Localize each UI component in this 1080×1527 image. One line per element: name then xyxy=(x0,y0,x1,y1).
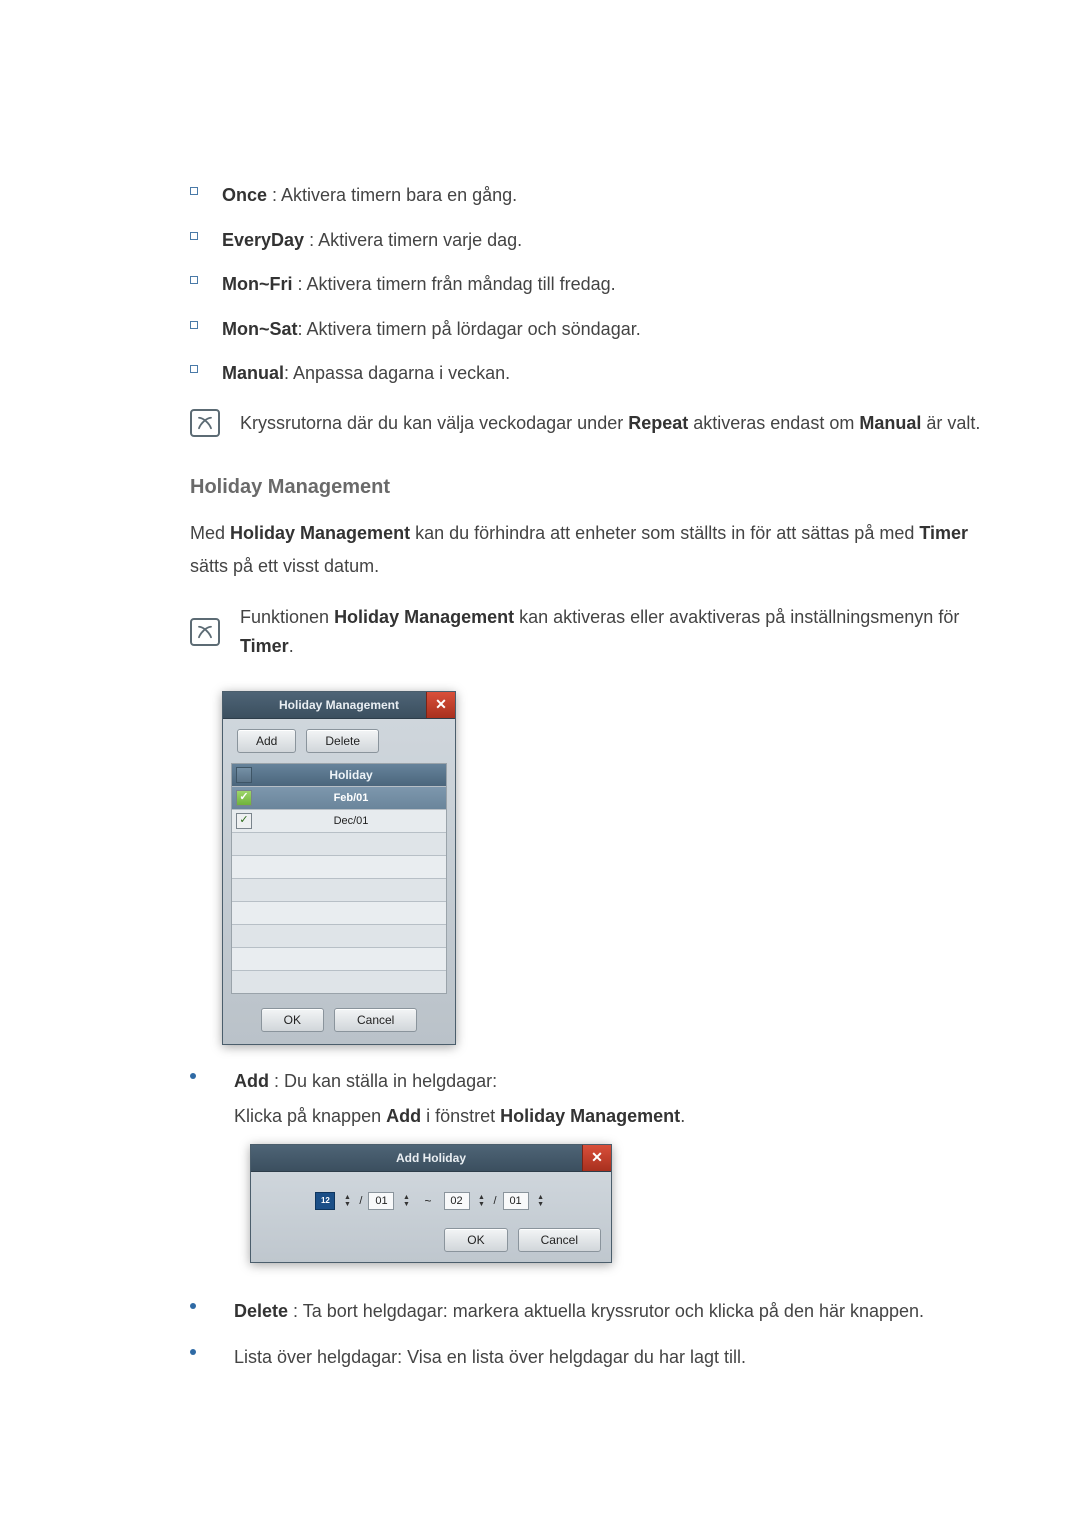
dialog-buttons: OK Cancel xyxy=(231,1008,447,1032)
from-month-field[interactable]: 01 xyxy=(368,1192,394,1210)
repeat-option: Mon~Fri : Aktivera timern från måndag ti… xyxy=(190,269,1010,300)
option-text: Manual: Anpassa dagarna i veckan. xyxy=(222,358,510,389)
bullet-text: Lista över helgdagar: Visa en lista över… xyxy=(234,1341,1010,1373)
repeat-option: EveryDay : Aktivera timern varje dag. xyxy=(190,225,1010,256)
square-bullet-icon xyxy=(190,276,198,284)
bullet-subtext: Klicka på knappen Add i fönstret Holiday… xyxy=(234,1099,1010,1133)
header-check-cell[interactable] xyxy=(232,767,256,783)
section-heading: Holiday Management xyxy=(190,476,1010,499)
dot-bullet-icon xyxy=(190,1349,196,1355)
holiday-cell: Feb/01 xyxy=(256,792,446,804)
dialog-titlebar: Holiday Management ✕ xyxy=(223,692,455,719)
dialog-body: Add Delete Holiday ✓ Feb/01 ✓ Dec/01 xyxy=(223,719,455,1044)
row-checkbox[interactable]: ✓ xyxy=(236,790,252,806)
option-text: EveryDay : Aktivera timern varje dag. xyxy=(222,225,522,256)
header-holiday: Holiday xyxy=(256,768,446,782)
to-day-field[interactable]: 01 xyxy=(503,1192,529,1210)
cancel-button[interactable]: Cancel xyxy=(334,1008,417,1032)
grid-row-empty xyxy=(232,970,446,993)
dialog-buttons: OK Cancel xyxy=(261,1228,601,1252)
row-checkbox[interactable]: ✓ xyxy=(236,813,252,829)
grid-row-empty xyxy=(232,947,446,970)
grid-row-empty xyxy=(232,924,446,947)
bullet-text: Delete : Ta bort helgdagar: markera aktu… xyxy=(234,1295,1010,1327)
bullet-add: Add : Du kan ställa in helgdagar: Klicka… xyxy=(190,1065,1010,1281)
dot-bullet-icon xyxy=(190,1303,196,1309)
bullet-delete: Delete : Ta bort helgdagar: markera aktu… xyxy=(190,1295,1010,1327)
square-bullet-icon xyxy=(190,232,198,240)
repeat-option: Mon~Sat: Aktivera timern på lördagar och… xyxy=(190,314,1010,345)
spinner-icon[interactable]: ▲▼ xyxy=(535,1193,547,1209)
note-text: Kryssrutorna där du kan välja veckodagar… xyxy=(240,409,980,438)
repeat-option: Once : Aktivera timern bara en gång. xyxy=(190,180,1010,211)
spinner-icon[interactable]: ▲▼ xyxy=(400,1193,412,1209)
grid-row-empty xyxy=(232,878,446,901)
dialog-title: Holiday Management xyxy=(279,698,399,712)
option-text: Once : Aktivera timern bara en gång. xyxy=(222,180,517,211)
close-button[interactable]: ✕ xyxy=(582,1145,611,1171)
range-separator: ~ xyxy=(418,1194,437,1208)
delete-button[interactable]: Delete xyxy=(306,729,379,753)
note-row: Kryssrutorna där du kan välja veckodagar… xyxy=(190,409,1010,438)
slash: / xyxy=(359,1195,362,1207)
square-bullet-icon xyxy=(190,365,198,373)
bullet-text: Add : Du kan ställa in helgdagar: xyxy=(234,1065,1010,1097)
add-holiday-dialog: Add Holiday ✕ 12 ▲▼ / 01 ▲▼ ~ 02 ▲▼ xyxy=(250,1144,612,1263)
spinner-icon[interactable]: ▲▼ xyxy=(476,1193,488,1209)
option-text: Mon~Fri : Aktivera timern från måndag ti… xyxy=(222,269,616,300)
holiday-grid: Holiday ✓ Feb/01 ✓ Dec/01 xyxy=(231,763,447,994)
dialog-title: Add Holiday xyxy=(396,1151,466,1165)
toolbar: Add Delete xyxy=(231,729,447,753)
square-bullet-icon xyxy=(190,321,198,329)
holiday-management-dialog: Holiday Management ✕ Add Delete Holiday … xyxy=(222,691,456,1045)
grid-row[interactable]: ✓ Dec/01 xyxy=(232,809,446,832)
grid-row[interactable]: ✓ Feb/01 xyxy=(232,786,446,809)
note-icon xyxy=(190,618,220,646)
bullet-list: Lista över helgdagar: Visa en lista över… xyxy=(190,1341,1010,1373)
dialog-titlebar: Add Holiday ✕ xyxy=(251,1145,611,1172)
repeat-options-list: Once : Aktivera timern bara en gång. Eve… xyxy=(190,180,1010,389)
to-month-field[interactable]: 02 xyxy=(444,1192,470,1210)
note-icon xyxy=(190,409,220,437)
cancel-button[interactable]: Cancel xyxy=(518,1228,601,1252)
add-button[interactable]: Add xyxy=(237,729,296,753)
repeat-option: Manual: Anpassa dagarna i veckan. xyxy=(190,358,1010,389)
option-text: Mon~Sat: Aktivera timern på lördagar och… xyxy=(222,314,641,345)
ok-button[interactable]: OK xyxy=(261,1008,324,1032)
grid-row-empty xyxy=(232,901,446,924)
holiday-cell: Dec/01 xyxy=(256,815,446,827)
hm-paragraph: Med Holiday Management kan du förhindra … xyxy=(190,517,1010,584)
date-range-row: 12 ▲▼ / 01 ▲▼ ~ 02 ▲▼ / 01 ▲▼ xyxy=(261,1186,601,1228)
note-text: Funktionen Holiday Management kan aktive… xyxy=(240,603,1010,661)
note-row: Funktionen Holiday Management kan aktive… xyxy=(190,603,1010,661)
close-button[interactable]: ✕ xyxy=(426,692,455,718)
spinner-icon[interactable]: ▲▼ xyxy=(341,1193,353,1209)
grid-row-empty xyxy=(232,855,446,878)
dialog-body: 12 ▲▼ / 01 ▲▼ ~ 02 ▲▼ / 01 ▲▼ xyxy=(251,1172,611,1262)
feature-bullets: Add : Du kan ställa in helgdagar: Klicka… xyxy=(190,1065,1010,1373)
grid-header: Holiday xyxy=(232,764,446,786)
slash: / xyxy=(494,1195,497,1207)
calendar-icon[interactable]: 12 xyxy=(315,1192,335,1210)
dot-bullet-icon xyxy=(190,1073,196,1079)
ok-button[interactable]: OK xyxy=(444,1228,507,1252)
grid-row-empty xyxy=(232,832,446,855)
square-bullet-icon xyxy=(190,187,198,195)
